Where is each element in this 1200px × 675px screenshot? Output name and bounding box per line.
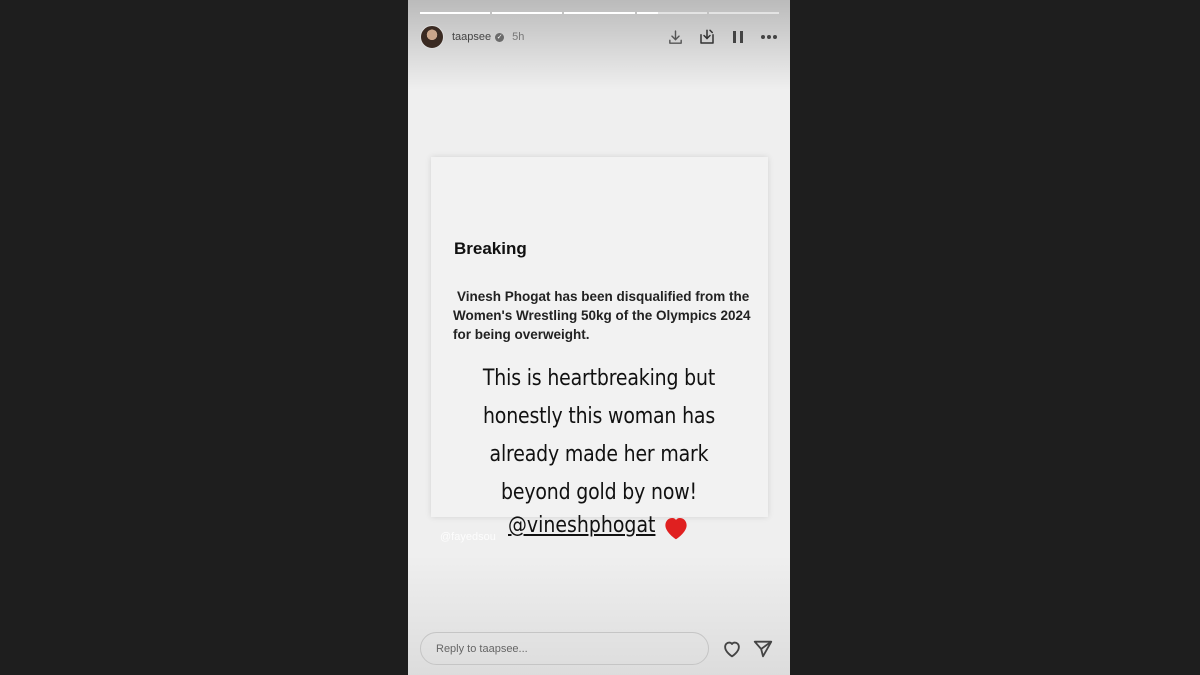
progress-segment-fill	[492, 12, 563, 14]
download-icon[interactable]	[666, 28, 685, 47]
story-caption: This is heartbreaking but honestly this …	[482, 366, 716, 505]
header-actions	[666, 28, 778, 47]
ghost-mention: @fayedsou	[440, 531, 496, 543]
progress-segment-fill	[564, 12, 635, 14]
more-icon[interactable]	[759, 28, 778, 47]
username[interactable]: taapsee	[452, 31, 491, 43]
verified-badge-icon: ✓	[495, 32, 505, 42]
progress-segment	[708, 12, 780, 14]
story-progress-bar	[420, 12, 780, 14]
progress-segment	[636, 12, 707, 14]
red-heart-emoji	[661, 513, 691, 543]
heart-outline-icon[interactable]	[721, 638, 743, 660]
story-frame[interactable]: taapsee ✓ 5h Breaking Vinesh Phogat has …	[408, 0, 790, 675]
avatar[interactable]	[420, 25, 444, 49]
mention-sticker[interactable]: @vineshphogat	[508, 513, 655, 538]
progress-segment	[492, 12, 563, 14]
progress-segment	[564, 12, 635, 14]
progress-segment-fill	[636, 12, 658, 14]
progress-segment-fill	[420, 12, 491, 14]
reply-input[interactable]	[420, 632, 709, 665]
card-body: Vinesh Phogat has been disqualified from…	[453, 289, 751, 342]
story-header: taapsee ✓ 5h	[420, 24, 778, 50]
progress-segment	[420, 12, 491, 14]
send-icon[interactable]	[752, 638, 774, 660]
save-to-device-icon[interactable]	[697, 28, 716, 47]
pause-icon[interactable]	[728, 28, 747, 47]
card-heading: Breaking	[454, 239, 527, 258]
post-time: 5h	[512, 31, 525, 43]
viewer-backdrop: taapsee ✓ 5h Breaking Vinesh Phogat has …	[0, 0, 1200, 675]
